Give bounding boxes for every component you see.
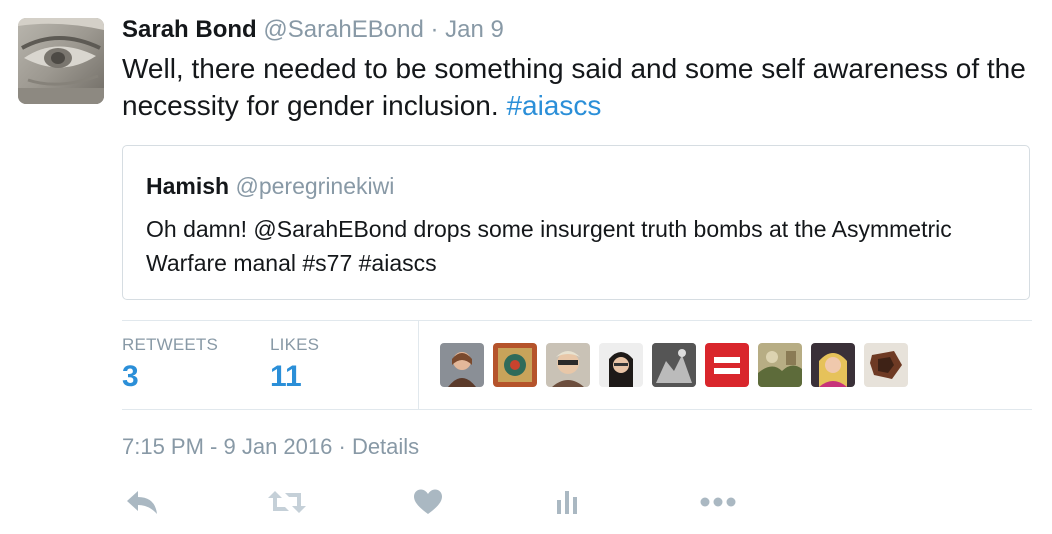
liker-avatar[interactable] <box>599 343 643 387</box>
like-heart-icon <box>414 489 442 514</box>
author-name[interactable]: Sarah Bond <box>122 16 257 43</box>
liker-avatar[interactable] <box>811 343 855 387</box>
retweets-stat[interactable]: RETWEETS 3 <box>122 335 218 394</box>
header-separator: · <box>430 16 439 43</box>
author-handle[interactable]: @SarahEBond <box>263 16 423 43</box>
liker-avatar[interactable] <box>652 343 696 387</box>
stats-divider <box>418 321 419 409</box>
liker-avatar[interactable] <box>440 343 484 387</box>
more-button[interactable] <box>698 482 738 522</box>
quoted-tweet[interactable]: Hamish @peregrinekiwi Oh damn! @SarahEBo… <box>122 145 1030 300</box>
liker-avatar[interactable] <box>864 343 908 387</box>
like-button[interactable] <box>408 482 448 522</box>
liker-avatar[interactable] <box>758 343 802 387</box>
likes-label: LIKES <box>270 335 320 354</box>
hashtag-link[interactable]: #aiascs <box>506 90 601 121</box>
more-icon <box>700 497 736 507</box>
retweets-label: RETWEETS <box>122 335 219 354</box>
timestamp-text[interactable]: 7:15 PM - 9 Jan 2016 <box>122 434 332 459</box>
analytics-icon <box>557 491 577 514</box>
quoted-author-name: Hamish <box>146 173 230 199</box>
retweets-count: 3 <box>122 360 139 393</box>
details-link[interactable]: Details <box>352 434 419 459</box>
quoted-author-handle: @peregrinekiwi <box>235 173 395 199</box>
reply-icon <box>127 491 157 514</box>
tweet-text: Well, there needed to be something said … <box>122 50 1032 124</box>
likes-count: 11 <box>270 360 302 393</box>
retweet-icon <box>268 491 306 513</box>
author-avatar[interactable] <box>18 18 104 104</box>
tweet-stats: RETWEETS 3 LIKES 11 <box>122 320 1032 410</box>
retweet-button[interactable] <box>267 482 307 522</box>
tweet-timestamp: 7:15 PM - 9 Jan 2016 · Details <box>122 434 419 460</box>
liker-avatar[interactable] <box>493 343 537 387</box>
liker-avatar[interactable] <box>546 343 590 387</box>
reply-button[interactable] <box>122 482 162 522</box>
equality-logo-avatar[interactable] <box>705 343 749 387</box>
tweet-date[interactable]: Jan 9 <box>445 16 504 43</box>
timestamp-separator: · <box>338 434 346 459</box>
tweet-header: Sarah Bond @SarahEBond · Jan 9 <box>122 16 504 44</box>
quoted-tweet-header: Hamish @peregrinekiwi <box>146 173 394 200</box>
analytics-button[interactable] <box>547 482 587 522</box>
likes-stat[interactable]: LIKES 11 <box>270 335 319 394</box>
quoted-tweet-text: Oh damn! @SarahEBond drops some insurgen… <box>146 216 952 276</box>
tweet-actions <box>122 482 822 522</box>
